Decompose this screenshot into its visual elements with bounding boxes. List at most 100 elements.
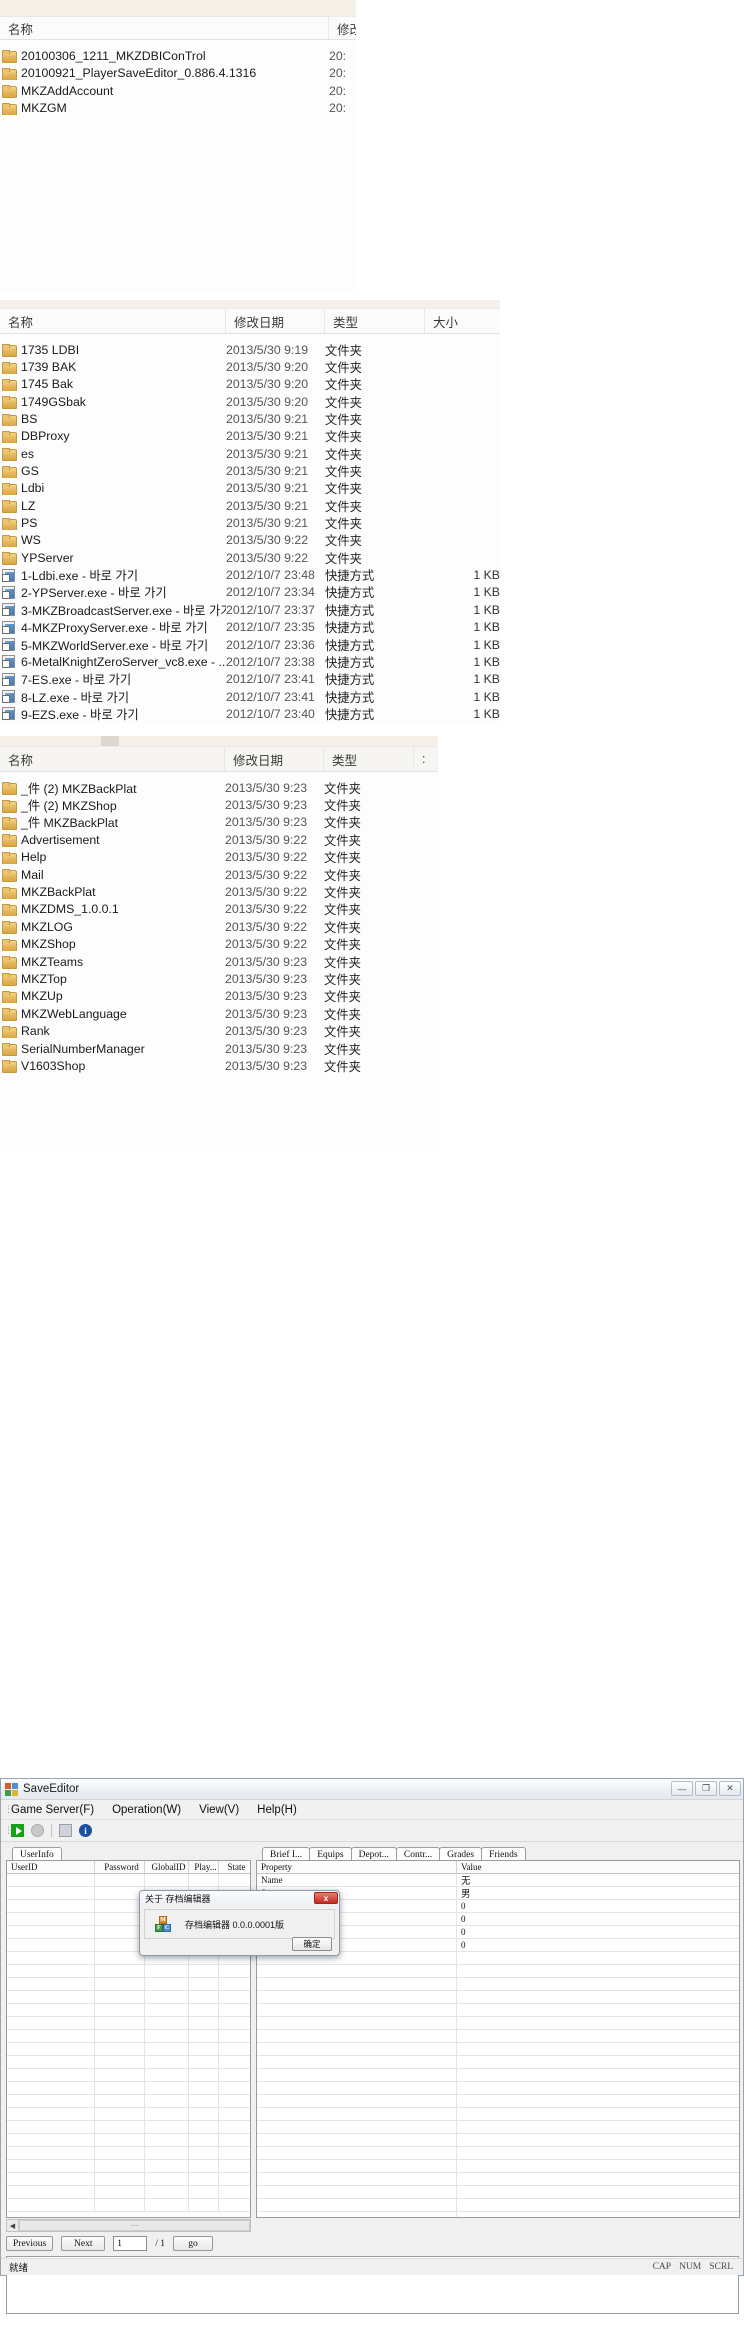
- column-header-modified-date[interactable]: 修改日期: [225, 747, 324, 771]
- column-header-name[interactable]: 名称: [0, 17, 329, 39]
- tab-contr[interactable]: Contr...: [395, 1847, 441, 1861]
- file-row[interactable]: MKZTop 2013/5/30 9:23 文件夹: [0, 970, 438, 987]
- file-row[interactable]: 1-Ldbi.exe - 바로 가기 2012/10/7 23:48 快捷方式 1 K…: [0, 566, 500, 583]
- column-header-userid[interactable]: UserID: [7, 1861, 95, 1873]
- menu-view[interactable]: View(V): [199, 1804, 239, 1816]
- column-header-modified[interactable]: 修改: [329, 17, 356, 39]
- property-value-cell[interactable]: 男: [457, 1887, 738, 1899]
- file-row[interactable]: GS 2013/5/30 9:21 文件夹: [0, 462, 500, 479]
- file-row[interactable]: V1603Shop 2013/5/30 9:23 文件夹: [0, 1057, 438, 1074]
- title-bar[interactable]: SaveEditor — ❐ ✕: [1, 1779, 743, 1800]
- property-value-cell[interactable]: [457, 1952, 738, 1964]
- column-header-name[interactable]: 名称: [0, 309, 226, 333]
- file-row[interactable]: 9-EZS.exe - 바로 가기 2012/10/7 23:40 快捷方式 1 KB: [0, 705, 500, 722]
- userinfo-row[interactable]: [7, 2056, 250, 2069]
- previous-button[interactable]: Previous: [6, 2236, 54, 2251]
- menu-help[interactable]: Help(H): [257, 1804, 297, 1816]
- column-header-type[interactable]: 类型: [324, 747, 414, 771]
- userinfo-row[interactable]: [7, 2173, 250, 2186]
- file-row[interactable]: MKZDMS_1.0.0.1 2013/5/30 9:22 文件夹: [0, 901, 438, 918]
- property-value-cell[interactable]: 无: [457, 1874, 738, 1886]
- stop-icon[interactable]: [31, 1824, 44, 1837]
- property-value-cell[interactable]: 0: [457, 1939, 738, 1951]
- file-row[interactable]: 8-LZ.exe - 바로 가기 2012/10/7 23:41 快捷方式 1 KB: [0, 688, 500, 705]
- info-icon[interactable]: i: [79, 1824, 92, 1837]
- file-row[interactable]: PS 2013/5/30 9:21 文件夹: [0, 514, 500, 531]
- userinfo-row[interactable]: [7, 1874, 250, 1887]
- file-row[interactable]: Help 2013/5/30 9:22 文件夹: [0, 849, 438, 866]
- column-header-play-[interactable]: Play...: [189, 1861, 219, 1873]
- file-row[interactable]: MKZAddAccount 20:: [0, 82, 356, 100]
- file-row[interactable]: MKZShop 2013/5/30 9:22 文件夹: [0, 936, 438, 953]
- menu-grip[interactable]: ⋮: [4, 1804, 13, 1815]
- file-row[interactable]: MKZUp 2013/5/30 9:23 文件夹: [0, 988, 438, 1005]
- userinfo-row[interactable]: [7, 1991, 250, 2004]
- file-row[interactable]: 5-MKZWorldServer.exe - 바로 가기 2012/10/7 23…: [0, 636, 500, 653]
- file-row[interactable]: _件 (2) MKZBackPlat 2013/5/30 9:23 文件夹: [0, 779, 438, 796]
- userinfo-hscrollbar[interactable]: ◀ ⋯: [6, 2219, 251, 2232]
- userinfo-row[interactable]: [7, 2186, 250, 2199]
- userinfo-row[interactable]: [7, 2199, 250, 2212]
- file-row[interactable]: 4-MKZProxyServer.exe - 바로 가기 2012/10/7 23…: [0, 619, 500, 636]
- userinfo-row[interactable]: [7, 2082, 250, 2095]
- tab-equips[interactable]: Equips: [309, 1847, 352, 1861]
- userinfo-row[interactable]: [7, 1965, 250, 1978]
- userinfo-row[interactable]: [7, 1978, 250, 1991]
- userinfo-row[interactable]: [7, 2121, 250, 2134]
- file-row[interactable]: 1739 BAK 2013/5/30 9:20 文件夹: [0, 358, 500, 375]
- go-button[interactable]: go: [173, 2236, 214, 2251]
- column-header-size[interactable]: 大小: [425, 309, 500, 333]
- ok-button[interactable]: 确定: [292, 1937, 332, 1951]
- file-row[interactable]: DBProxy 2013/5/30 9:21 文件夹: [0, 428, 500, 445]
- file-row[interactable]: 1745 Bak 2013/5/30 9:20 文件夹: [0, 376, 500, 393]
- file-row[interactable]: WS 2013/5/30 9:22 文件夹: [0, 532, 500, 549]
- maximize-button[interactable]: ❐: [695, 1781, 717, 1796]
- tab-depot[interactable]: Depot...: [350, 1847, 397, 1861]
- file-row[interactable]: 3-MKZBroadcastServer.exe - 바로 가기 2012/10/…: [0, 601, 500, 618]
- userinfo-row[interactable]: [7, 2043, 250, 2056]
- minimize-button[interactable]: —: [671, 1781, 693, 1796]
- file-row[interactable]: es 2013/5/30 9:21 文件夹: [0, 445, 500, 462]
- next-button[interactable]: Next: [61, 2236, 106, 2251]
- userinfo-row[interactable]: [7, 2147, 250, 2160]
- close-button[interactable]: ✕: [719, 1781, 741, 1796]
- menu-game-server[interactable]: Game Server(F): [11, 1804, 94, 1816]
- column-header-name[interactable]: 名称: [0, 747, 225, 771]
- column-header-globalid[interactable]: GlobalID: [145, 1861, 189, 1873]
- tab-userinfo[interactable]: UserInfo: [12, 1847, 62, 1861]
- tab-grades[interactable]: Grades: [439, 1847, 483, 1861]
- file-row[interactable]: 2-YPServer.exe - 바로 가기 2012/10/7 23:34 快捷方…: [0, 584, 500, 601]
- close-icon[interactable]: x: [314, 1892, 338, 1904]
- file-row[interactable]: SerialNumberManager 2013/5/30 9:23 文件夹: [0, 1040, 438, 1057]
- file-row[interactable]: Rank 2013/5/30 9:23 文件夹: [0, 1022, 438, 1039]
- file-row[interactable]: 1735 LDBI 2013/5/30 9:19 文件夹: [0, 341, 500, 358]
- file-row[interactable]: YPServer 2013/5/30 9:22 文件夹: [0, 549, 500, 566]
- file-row[interactable]: LZ 2013/5/30 9:21 文件夹: [0, 497, 500, 514]
- file-row[interactable]: 1749GSbak 2013/5/30 9:20 文件夹: [0, 393, 500, 410]
- column-header-property[interactable]: Property: [257, 1861, 457, 1873]
- file-row[interactable]: MKZGM 20:: [0, 100, 356, 118]
- file-row[interactable]: MKZTeams 2013/5/30 9:23 文件夹: [0, 953, 438, 970]
- userinfo-row[interactable]: [7, 2160, 250, 2173]
- menu-operation[interactable]: Operation(W): [112, 1804, 181, 1816]
- file-row[interactable]: 7-ES.exe - 바로 가기 2012/10/7 23:41 快捷方式 1 KB: [0, 671, 500, 688]
- file-row[interactable]: MKZLOG 2013/5/30 9:22 文件夹: [0, 918, 438, 935]
- property-value-cell[interactable]: 0: [457, 1913, 738, 1925]
- tab-brief-info[interactable]: Brief I...: [262, 1847, 311, 1861]
- userinfo-row[interactable]: [7, 2069, 250, 2082]
- userinfo-row[interactable]: [7, 2030, 250, 2043]
- scroll-thumb[interactable]: ⋯: [19, 2220, 250, 2231]
- about-dialog-titlebar[interactable]: 关于 存档编辑器 x: [140, 1891, 339, 1906]
- column-header-value[interactable]: Value: [457, 1861, 738, 1873]
- file-row[interactable]: MKZBackPlat 2013/5/30 9:22 文件夹: [0, 883, 438, 900]
- save-icon[interactable]: [59, 1824, 72, 1837]
- column-header-type[interactable]: 类型: [325, 309, 425, 333]
- userinfo-row[interactable]: [7, 2134, 250, 2147]
- file-row[interactable]: Ldbi 2013/5/30 9:21 文件夹: [0, 480, 500, 497]
- file-row[interactable]: 20100306_1211_MKZDBIConTrol 20:: [0, 47, 356, 65]
- property-row[interactable]: Name 无: [257, 1874, 739, 1887]
- userinfo-row[interactable]: [7, 2095, 250, 2108]
- userinfo-row[interactable]: [7, 2004, 250, 2017]
- file-row[interactable]: Advertisement 2013/5/30 9:22 文件夹: [0, 831, 438, 848]
- column-header-modified-date[interactable]: 修改日期: [226, 309, 325, 333]
